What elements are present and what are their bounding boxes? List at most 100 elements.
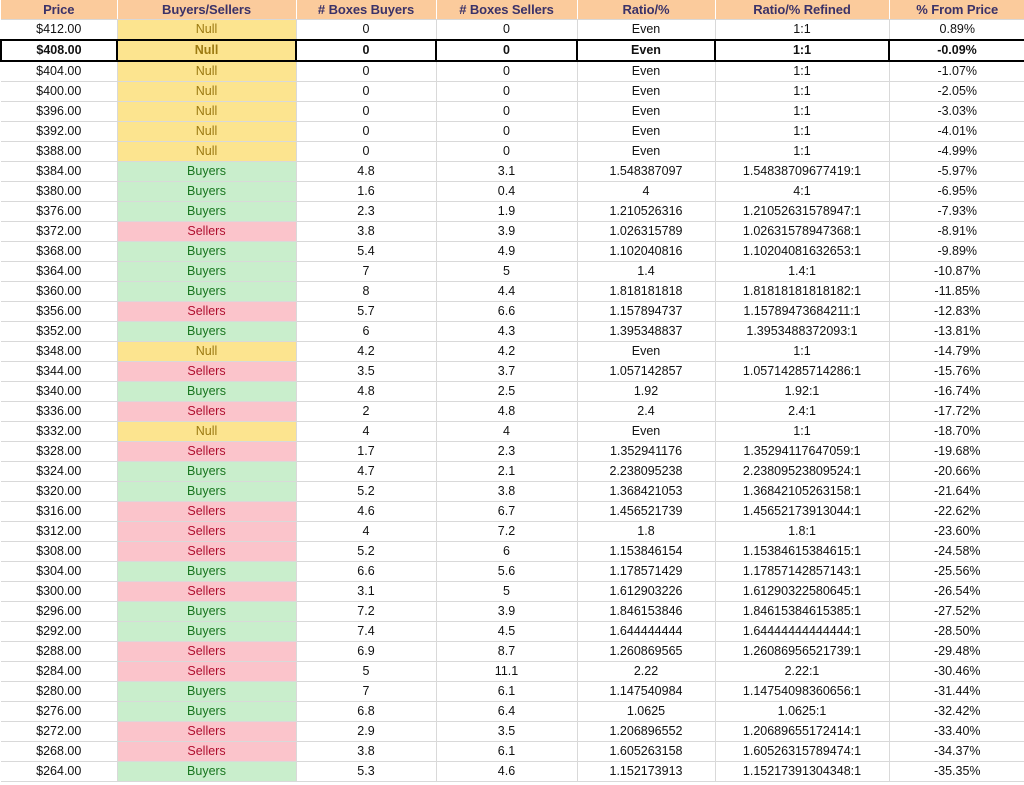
cell-ratio-refined[interactable]: 2.23809523809524:1 bbox=[715, 461, 890, 482]
cell-boxes-sellers[interactable]: 4.3 bbox=[436, 321, 578, 342]
cell-ratio-refined[interactable]: 1.15384615384615:1 bbox=[715, 541, 890, 562]
cell-pct-from-price[interactable]: -8.91% bbox=[889, 221, 1024, 242]
cell-buyers-sellers[interactable]: Buyers bbox=[117, 701, 297, 722]
cell-price[interactable]: $352.00 bbox=[1, 321, 118, 342]
cell-boxes-sellers[interactable]: 6.4 bbox=[436, 701, 578, 722]
table-row[interactable]: $412.00 Null 0 0 Even 1:1 0.89% bbox=[1, 19, 1024, 41]
cell-ratio-refined[interactable]: 1.21052631578947:1 bbox=[715, 201, 890, 222]
cell-ratio[interactable]: 1.352941176 bbox=[577, 441, 716, 462]
cell-ratio[interactable]: 1.178571429 bbox=[577, 561, 716, 582]
cell-ratio[interactable]: 1.147540984 bbox=[577, 681, 716, 702]
cell-buyers-sellers[interactable]: Sellers bbox=[117, 541, 297, 562]
cell-pct-from-price[interactable]: -14.79% bbox=[889, 341, 1024, 362]
cell-price[interactable]: $400.00 bbox=[1, 81, 118, 102]
cell-pct-from-price[interactable]: -10.87% bbox=[889, 261, 1024, 282]
cell-price[interactable]: $308.00 bbox=[1, 541, 118, 562]
cell-ratio-refined[interactable]: 1:1 bbox=[714, 39, 890, 62]
cell-buyers-sellers[interactable]: Null bbox=[117, 101, 297, 122]
cell-boxes-sellers[interactable]: 8.7 bbox=[436, 641, 578, 662]
cell-price[interactable]: $300.00 bbox=[1, 581, 118, 602]
cell-pct-from-price[interactable]: -18.70% bbox=[889, 421, 1024, 442]
cell-boxes-buyers[interactable]: 3.5 bbox=[296, 361, 437, 382]
cell-ratio-refined[interactable]: 1.92:1 bbox=[715, 381, 890, 402]
table-row[interactable]: $344.00 Sellers 3.5 3.7 1.057142857 1.0571428… bbox=[1, 361, 1024, 382]
cell-boxes-sellers[interactable]: 5.6 bbox=[436, 561, 578, 582]
cell-buyers-sellers[interactable]: Sellers bbox=[117, 661, 297, 682]
cell-boxes-buyers[interactable]: 3.8 bbox=[296, 221, 437, 242]
cell-ratio-refined[interactable]: 1.15217391304348:1 bbox=[715, 761, 890, 782]
cell-price[interactable]: $340.00 bbox=[1, 381, 118, 402]
cell-buyers-sellers[interactable]: Null bbox=[117, 61, 297, 82]
cell-boxes-buyers[interactable]: 4.2 bbox=[296, 341, 437, 362]
cell-ratio[interactable]: 1.026315789 bbox=[577, 221, 716, 242]
cell-ratio[interactable]: 1.057142857 bbox=[577, 361, 716, 382]
cell-pct-from-price[interactable]: -17.72% bbox=[889, 401, 1024, 422]
table-row[interactable]: $284.00 Sellers 5 11.1 2.22 2.22:1 -30.46% bbox=[1, 661, 1024, 682]
cell-boxes-buyers[interactable]: 4.8 bbox=[296, 381, 437, 402]
cell-boxes-sellers[interactable]: 0 bbox=[436, 61, 578, 82]
cell-pct-from-price[interactable]: -34.37% bbox=[889, 741, 1024, 762]
cell-ratio-refined[interactable]: 1.0625:1 bbox=[715, 701, 890, 722]
cell-ratio[interactable]: 1.548387097 bbox=[577, 161, 716, 182]
cell-boxes-buyers[interactable]: 0 bbox=[296, 19, 437, 41]
table-row[interactable]: $332.00 Null 4 4 Even 1:1 -18.70% bbox=[1, 421, 1024, 442]
cell-ratio[interactable]: 1.152173913 bbox=[577, 761, 716, 782]
cell-pct-from-price[interactable]: -22.62% bbox=[889, 501, 1024, 522]
cell-boxes-sellers[interactable]: 4.9 bbox=[436, 241, 578, 262]
cell-price[interactable]: $276.00 bbox=[1, 701, 118, 722]
cell-price[interactable]: $396.00 bbox=[1, 101, 118, 122]
cell-pct-from-price[interactable]: -2.05% bbox=[889, 81, 1024, 102]
table-row[interactable]: $360.00 Buyers 8 4.4 1.818181818 1.8181818181… bbox=[1, 281, 1024, 302]
cell-ratio-refined[interactable]: 1.15789473684211:1 bbox=[715, 301, 890, 322]
cell-boxes-sellers[interactable]: 6 bbox=[436, 541, 578, 562]
cell-buyers-sellers[interactable]: Buyers bbox=[117, 201, 297, 222]
cell-boxes-buyers[interactable]: 0 bbox=[296, 141, 437, 162]
cell-boxes-buyers[interactable]: 2 bbox=[296, 401, 437, 422]
table-row[interactable]: $300.00 Sellers 3.1 5 1.612903226 1.612903225… bbox=[1, 581, 1024, 602]
cell-boxes-sellers[interactable]: 11.1 bbox=[436, 661, 578, 682]
cell-boxes-sellers[interactable]: 4.6 bbox=[436, 761, 578, 782]
cell-price[interactable]: $376.00 bbox=[1, 201, 118, 222]
cell-ratio[interactable]: Even bbox=[577, 421, 716, 442]
column-header-buyers-sellers[interactable]: Buyers/Sellers bbox=[117, 0, 297, 20]
cell-pct-from-price[interactable]: -12.83% bbox=[889, 301, 1024, 322]
table-row[interactable]: $296.00 Buyers 7.2 3.9 1.846153846 1.84615384… bbox=[1, 601, 1024, 622]
table-row[interactable]: $316.00 Sellers 4.6 6.7 1.456521739 1.4565217… bbox=[1, 501, 1024, 522]
cell-boxes-buyers[interactable]: 2.3 bbox=[296, 201, 437, 222]
cell-price[interactable]: $408.00 bbox=[0, 39, 118, 62]
cell-price[interactable]: $348.00 bbox=[1, 341, 118, 362]
cell-buyers-sellers[interactable]: Buyers bbox=[117, 321, 297, 342]
cell-ratio[interactable]: Even bbox=[577, 19, 716, 41]
cell-ratio-refined[interactable]: 1.05714285714286:1 bbox=[715, 361, 890, 382]
cell-price[interactable]: $384.00 bbox=[1, 161, 118, 182]
cell-ratio[interactable]: Even bbox=[577, 341, 716, 362]
cell-pct-from-price[interactable]: -4.99% bbox=[889, 141, 1024, 162]
cell-buyers-sellers[interactable]: Sellers bbox=[117, 441, 297, 462]
cell-ratio-refined[interactable]: 4:1 bbox=[715, 181, 890, 202]
cell-price[interactable]: $336.00 bbox=[1, 401, 118, 422]
table-row[interactable]: $264.00 Buyers 5.3 4.6 1.152173913 1.15217391… bbox=[1, 761, 1024, 782]
cell-price[interactable]: $292.00 bbox=[1, 621, 118, 642]
cell-boxes-sellers[interactable]: 0 bbox=[436, 121, 578, 142]
cell-pct-from-price[interactable]: -30.46% bbox=[889, 661, 1024, 682]
cell-ratio[interactable]: 1.92 bbox=[577, 381, 716, 402]
cell-ratio[interactable]: 1.456521739 bbox=[577, 501, 716, 522]
cell-boxes-buyers[interactable]: 3.1 bbox=[296, 581, 437, 602]
cell-price[interactable]: $392.00 bbox=[1, 121, 118, 142]
cell-buyers-sellers[interactable]: Sellers bbox=[117, 641, 297, 662]
cell-ratio-refined[interactable]: 1.20689655172414:1 bbox=[715, 721, 890, 742]
cell-boxes-sellers[interactable]: 3.9 bbox=[436, 221, 578, 242]
cell-pct-from-price[interactable]: -27.52% bbox=[889, 601, 1024, 622]
cell-ratio-refined[interactable]: 1.84615384615385:1 bbox=[715, 601, 890, 622]
cell-boxes-buyers[interactable]: 5 bbox=[296, 661, 437, 682]
cell-boxes-sellers[interactable]: 3.7 bbox=[436, 361, 578, 382]
column-header-ratio[interactable]: Ratio/% bbox=[577, 0, 716, 20]
cell-ratio[interactable]: 1.206896552 bbox=[577, 721, 716, 742]
table-row[interactable]: $272.00 Sellers 2.9 3.5 1.206896552 1.2068965… bbox=[1, 721, 1024, 742]
cell-ratio-refined[interactable]: 1:1 bbox=[715, 421, 890, 442]
table-row[interactable]: $400.00 Null 0 0 Even 1:1 -2.05% bbox=[1, 81, 1024, 102]
cell-buyers-sellers[interactable]: Buyers bbox=[117, 681, 297, 702]
cell-buyers-sellers[interactable]: Sellers bbox=[117, 361, 297, 382]
cell-ratio[interactable]: 1.157894737 bbox=[577, 301, 716, 322]
cell-buyers-sellers[interactable]: Sellers bbox=[117, 741, 297, 762]
